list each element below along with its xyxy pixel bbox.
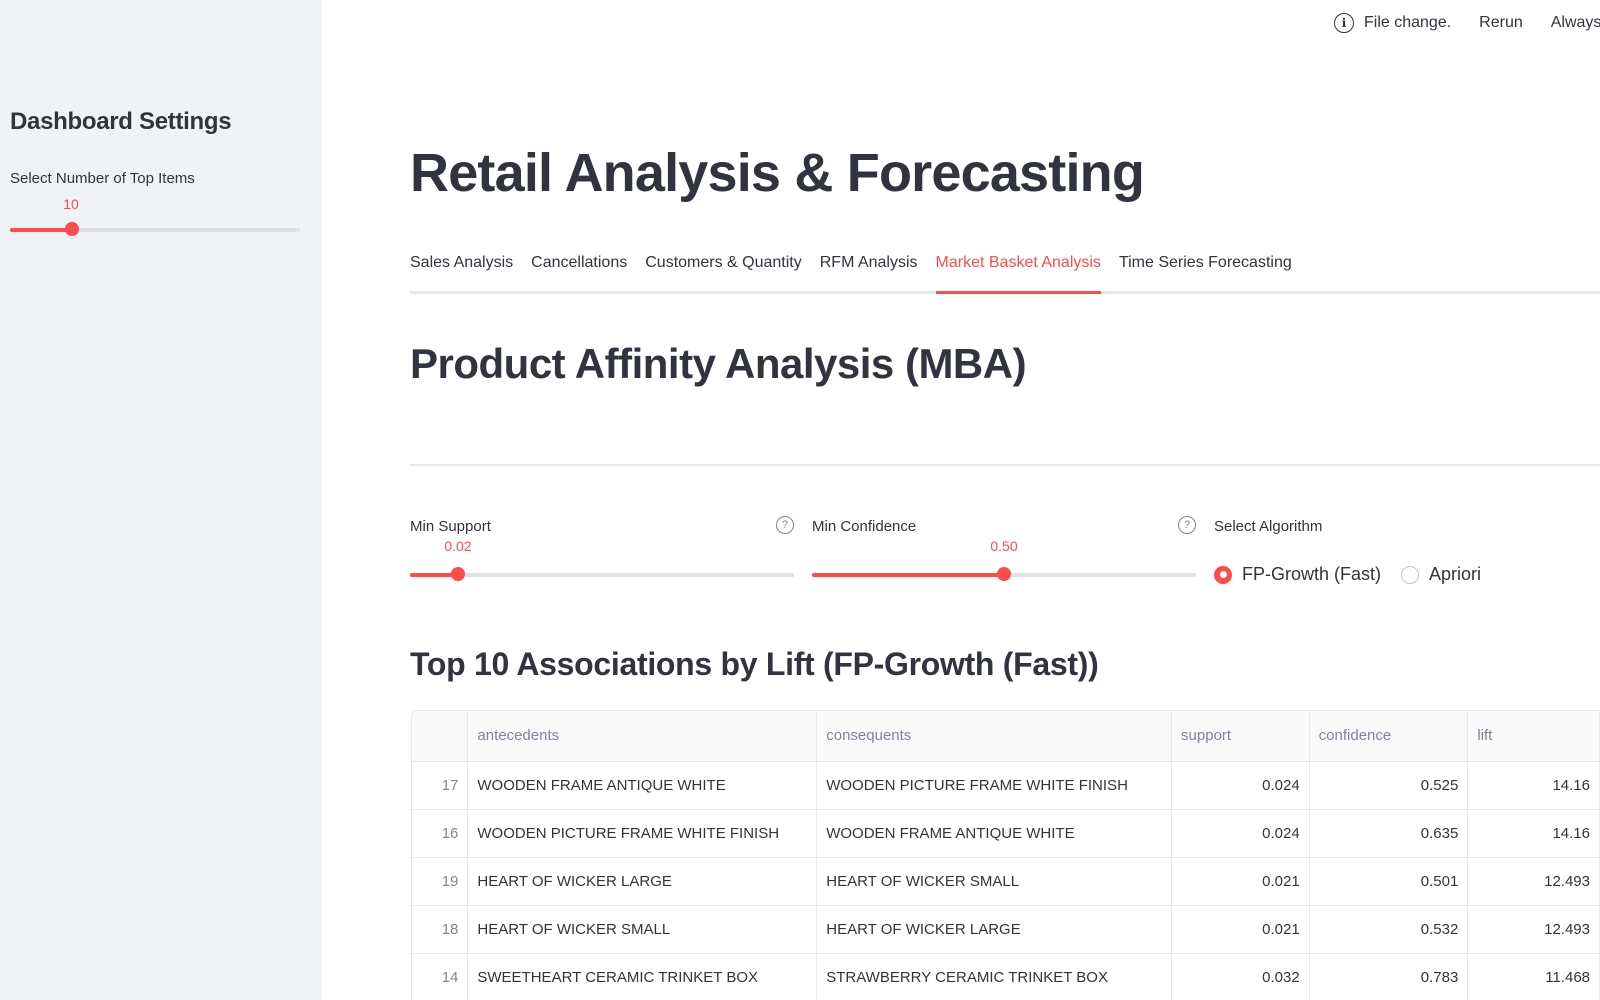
min-support-slider[interactable] bbox=[410, 567, 794, 581]
cell-confidence[interactable]: 0.783 bbox=[1309, 953, 1469, 1000]
cell-confidence[interactable]: 0.525 bbox=[1309, 761, 1469, 810]
cell-consequents[interactable]: WOODEN FRAME ANTIQUE WHITE bbox=[816, 809, 1173, 858]
column-header-index[interactable] bbox=[412, 711, 469, 762]
divider bbox=[410, 464, 1600, 466]
top-items-slider-thumb[interactable] bbox=[65, 222, 80, 236]
algorithm-label: Select Algorithm bbox=[1214, 518, 1323, 535]
column-header-antecedents[interactable]: antecedents bbox=[467, 711, 818, 762]
cell-lift[interactable]: 12.493 bbox=[1467, 905, 1600, 954]
min-support-slider-thumb[interactable] bbox=[451, 567, 465, 581]
cell-antecedents[interactable]: WOODEN FRAME ANTIQUE WHITE bbox=[467, 761, 818, 810]
tab-time-series-forecasting[interactable]: Time Series Forecasting bbox=[1119, 250, 1292, 294]
table-row: 17 WOODEN FRAME ANTIQUE WHITE WOODEN PIC… bbox=[412, 761, 1600, 810]
column-header-consequents[interactable]: consequents bbox=[816, 711, 1173, 762]
cell-antecedents[interactable]: HEART OF WICKER SMALL bbox=[467, 905, 818, 954]
cell-antecedents[interactable]: WOODEN PICTURE FRAME WHITE FINISH bbox=[467, 809, 818, 858]
tab-bar: Sales Analysis Cancellations Customers &… bbox=[410, 250, 1600, 294]
radio-fp-growth[interactable]: FP-Growth (Fast) bbox=[1214, 564, 1381, 585]
cell-lift[interactable]: 11.468 bbox=[1467, 953, 1600, 1000]
rerun-button[interactable]: Rerun bbox=[1479, 14, 1523, 32]
top-items-slider-fill bbox=[10, 228, 73, 232]
table-row: 18 HEART OF WICKER SMALL HEART OF WICKER… bbox=[412, 905, 1600, 954]
associations-table[interactable]: antecedents consequents support confiden… bbox=[411, 710, 1600, 1000]
table-row: 16 WOODEN PICTURE FRAME WHITE FINISH WOO… bbox=[412, 809, 1600, 858]
min-confidence-value: 0.50 bbox=[990, 538, 1018, 554]
section-title: Product Affinity Analysis (MBA) bbox=[410, 340, 1027, 387]
column-header-support[interactable]: support bbox=[1171, 711, 1310, 762]
row-index: 16 bbox=[412, 809, 469, 858]
top-items-slider[interactable] bbox=[10, 222, 300, 236]
cell-consequents[interactable]: WOODEN PICTURE FRAME WHITE FINISH bbox=[816, 761, 1173, 810]
table-title: Top 10 Associations by Lift (FP-Growth (… bbox=[410, 646, 1099, 682]
file-change-status: File change. bbox=[1364, 14, 1452, 31]
cell-consequents[interactable]: HEART OF WICKER SMALL bbox=[816, 857, 1173, 906]
top-items-label: Select Number of Top Items bbox=[10, 170, 195, 187]
cell-support[interactable]: 0.024 bbox=[1171, 761, 1310, 810]
cell-confidence[interactable]: 0.532 bbox=[1309, 905, 1469, 954]
cell-lift[interactable]: 12.493 bbox=[1467, 857, 1600, 906]
min-confidence-slider-thumb[interactable] bbox=[997, 567, 1011, 581]
info-icon: i bbox=[1334, 13, 1354, 33]
top-items-value: 10 bbox=[63, 196, 79, 212]
tab-rfm-analysis[interactable]: RFM Analysis bbox=[820, 250, 918, 294]
sidebar: Dashboard Settings Select Number of Top … bbox=[0, 0, 322, 1000]
help-icon[interactable]: ? bbox=[776, 516, 794, 534]
tab-market-basket-analysis[interactable]: Market Basket Analysis bbox=[935, 250, 1101, 294]
radio-apriori[interactable]: Apriori bbox=[1401, 564, 1481, 585]
column-header-confidence[interactable]: confidence bbox=[1309, 711, 1469, 762]
radio-unselected-icon bbox=[1401, 565, 1420, 584]
min-confidence-slider-fill bbox=[812, 573, 1004, 577]
min-confidence-label: Min Confidence bbox=[812, 518, 917, 535]
min-confidence-slider[interactable] bbox=[812, 567, 1196, 581]
min-support-value: 0.02 bbox=[444, 538, 472, 554]
tab-customers-quantity[interactable]: Customers & Quantity bbox=[645, 250, 802, 294]
cell-support[interactable]: 0.024 bbox=[1171, 809, 1310, 858]
row-index: 18 bbox=[412, 905, 469, 954]
row-index: 19 bbox=[412, 857, 469, 906]
cell-support[interactable]: 0.032 bbox=[1171, 953, 1310, 1000]
cell-antecedents[interactable]: HEART OF WICKER LARGE bbox=[467, 857, 818, 906]
sidebar-title: Dashboard Settings bbox=[10, 108, 232, 135]
always-rerun-button[interactable]: Always rerun bbox=[1551, 14, 1600, 32]
app-root: Dashboard Settings Select Number of Top … bbox=[0, 0, 1600, 1000]
algorithm-radio-group: FP-Growth (Fast) Apriori bbox=[1214, 564, 1501, 585]
page-title: Retail Analysis & Forecasting bbox=[410, 143, 1145, 203]
column-header-lift[interactable]: lift bbox=[1467, 711, 1600, 762]
top-status-bar: i File change. Rerun Always rerun bbox=[1334, 10, 1600, 36]
cell-antecedents[interactable]: SWEETHEART CERAMIC TRINKET BOX bbox=[467, 953, 818, 1000]
cell-support[interactable]: 0.021 bbox=[1171, 905, 1310, 954]
cell-lift[interactable]: 14.16 bbox=[1467, 809, 1600, 858]
cell-consequents[interactable]: HEART OF WICKER LARGE bbox=[816, 905, 1173, 954]
tab-sales-analysis[interactable]: Sales Analysis bbox=[410, 250, 513, 294]
help-icon[interactable]: ? bbox=[1178, 516, 1196, 534]
cell-confidence[interactable]: 0.501 bbox=[1309, 857, 1469, 906]
table-row: 14 SWEETHEART CERAMIC TRINKET BOX STRAWB… bbox=[412, 953, 1600, 1000]
radio-selected-icon bbox=[1214, 565, 1232, 584]
cell-consequents[interactable]: STRAWBERRY CERAMIC TRINKET BOX bbox=[816, 953, 1173, 1000]
radio-label: FP-Growth (Fast) bbox=[1242, 564, 1382, 584]
table-row: 19 HEART OF WICKER LARGE HEART OF WICKER… bbox=[412, 857, 1600, 906]
min-support-label: Min Support bbox=[410, 518, 491, 535]
cell-support[interactable]: 0.021 bbox=[1171, 857, 1310, 906]
row-index: 14 bbox=[412, 953, 469, 1000]
radio-label: Apriori bbox=[1429, 564, 1482, 584]
tab-cancellations[interactable]: Cancellations bbox=[531, 250, 627, 294]
table-header-row: antecedents consequents support confiden… bbox=[412, 711, 1600, 762]
cell-lift[interactable]: 14.16 bbox=[1467, 761, 1600, 810]
row-index: 17 bbox=[412, 761, 469, 810]
cell-confidence[interactable]: 0.635 bbox=[1309, 809, 1469, 858]
